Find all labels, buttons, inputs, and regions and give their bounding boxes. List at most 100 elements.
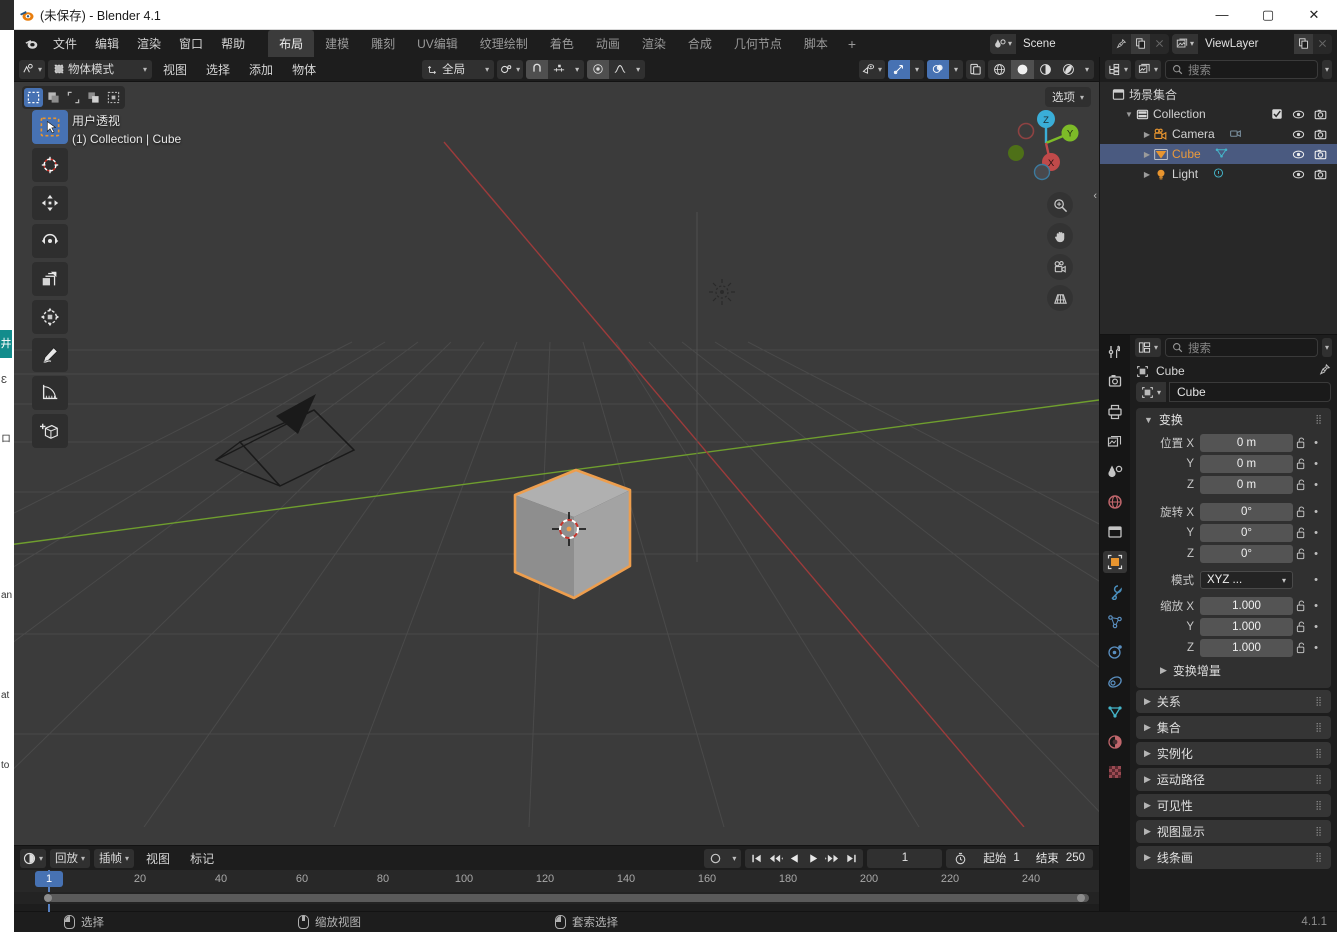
properties-tab-tool[interactable] [1103,341,1127,363]
lock-scale-z-icon[interactable] [1293,642,1309,654]
timeline-menu-view[interactable]: 视图 [138,848,178,869]
viewport-menu-select[interactable]: 选择 [198,59,238,80]
scene-name-field[interactable]: Scene [1016,34,1112,54]
workspace-tab-geometry-nodes[interactable]: 几何节点 [723,30,793,58]
proportional-editing-icon[interactable] [587,60,609,79]
animate-rotation-z-icon[interactable]: • [1309,548,1323,560]
tool-cursor[interactable] [32,148,68,182]
outliner-row-light[interactable]: ▶ Light [1100,164,1337,184]
line-art-panel[interactable]: ▶ 线条画 ⣿ [1136,846,1331,869]
properties-editor-type-button[interactable]: ▾ [1135,338,1161,357]
animate-location-x-icon[interactable]: • [1309,437,1323,449]
properties-tab-output[interactable] [1103,401,1127,423]
outliner-row-camera[interactable]: ▶ Camera [1100,124,1337,144]
tool-rotate[interactable] [32,224,68,258]
properties-tab-render[interactable] [1103,371,1127,393]
properties-tab-scene[interactable] [1103,461,1127,483]
snap-to-dropdown[interactable] [548,60,570,79]
viewport-menu-object[interactable]: 物体 [284,59,324,80]
overlay-options-caret[interactable]: ▾ [949,60,963,79]
camera-icon[interactable] [1314,148,1327,161]
rendered-shading-icon[interactable] [1057,60,1080,79]
rotation-y-field[interactable]: 0° [1200,524,1293,542]
falloff-caret[interactable]: ▾ [631,60,645,79]
eye-icon[interactable] [1292,168,1305,181]
lock-location-y-icon[interactable] [1293,458,1309,470]
animate-rotation-x-icon[interactable]: • [1309,506,1323,518]
workspace-tab-animation[interactable]: 动画 [585,30,631,58]
animate-scale-y-icon[interactable]: • [1309,621,1323,633]
minimize-button[interactable]: — [1199,0,1245,30]
3d-viewport[interactable]: 选项 ▾ 用户透视 (1) Collection | Cube [14,82,1099,845]
camera-view-icon[interactable] [1047,254,1073,280]
menu-render[interactable]: 渲染 [128,32,170,55]
lock-rotation-x-icon[interactable] [1293,506,1309,518]
editor-type-button[interactable]: ▾ [19,60,45,79]
properties-tab-view-layer[interactable] [1103,431,1127,453]
workspace-tab-shading[interactable]: 着色 [539,30,585,58]
solid-shading-icon[interactable] [1011,60,1034,79]
animate-location-y-icon[interactable]: • [1309,458,1323,470]
eye-icon[interactable] [1292,128,1305,141]
properties-tab-collection[interactable] [1103,521,1127,543]
menu-help[interactable]: 帮助 [212,32,254,55]
visibility-panel[interactable]: ▶ 可见性 ⣿ [1136,794,1331,817]
chevron-right-icon[interactable]: ▶ [1140,170,1154,179]
tool-tweak[interactable] [32,110,68,144]
chevron-down-icon[interactable]: ▼ [1122,110,1136,119]
properties-tab-constraints[interactable] [1103,671,1127,693]
frame-start-field[interactable]: 起始 1 [975,850,1027,866]
properties-search-input[interactable]: 搜索 [1165,338,1318,357]
snap-pivot-dropdown[interactable]: ▾ [497,60,523,79]
object-name-field[interactable]: Cube [1169,382,1331,402]
tool-add-cube[interactable] [32,414,68,448]
jump-to-next-keyframe-button[interactable] [823,849,842,868]
light-data-icon[interactable] [1212,167,1225,182]
menu-window[interactable]: 窗口 [170,32,212,55]
outliner-display-mode-dropdown[interactable]: ▾ [1135,60,1161,79]
eye-icon[interactable] [1292,148,1305,161]
falloff-curve-icon[interactable] [609,60,631,79]
tool-measure[interactable] [32,376,68,410]
motion-paths-panel[interactable]: ▶ 运动路径 ⣿ [1136,768,1331,791]
rotation-x-field[interactable]: 0° [1200,503,1293,521]
blender-menu-icon[interactable] [18,36,44,51]
animate-rotation-y-icon[interactable]: • [1309,527,1323,539]
scale-x-field[interactable]: 1.000 [1200,597,1293,615]
camera-data-icon[interactable] [1229,127,1242,142]
select-invert-icon[interactable] [84,88,103,107]
camera-icon[interactable] [1314,128,1327,141]
rotation-mode-dropdown[interactable]: XYZ ... ▾ [1200,571,1293,589]
properties-filter-button[interactable]: ▾ [1322,338,1332,357]
eye-icon[interactable] [1292,108,1305,121]
properties-tab-particles[interactable] [1103,611,1127,633]
frame-end-field[interactable]: 结束 250 [1028,850,1093,866]
timeline-menu-keying[interactable]: 插帧 ▾ [94,849,134,868]
workspace-tab-texture-paint[interactable]: 纹理绘制 [469,30,539,58]
jump-to-prev-keyframe-button[interactable] [766,849,785,868]
timeline-editor-type-button[interactable]: ▾ [20,849,46,868]
shading-options-caret[interactable]: ▾ [1080,60,1094,79]
select-extend-icon[interactable] [44,88,63,107]
timeline-menu-playback[interactable]: 回放 ▾ [50,849,90,868]
chevron-right-icon[interactable]: ▶ [1140,150,1154,159]
pan-view-icon[interactable] [1047,223,1073,249]
maximize-button[interactable]: ▢ [1245,0,1291,30]
interaction-mode-dropdown[interactable]: 物体模式 ▾ [48,60,152,79]
animate-location-z-icon[interactable]: • [1309,479,1323,491]
tool-transform[interactable] [32,300,68,334]
new-viewlayer-icon[interactable] [1294,34,1313,54]
viewport-display-panel[interactable]: ▶ 视图显示 ⣿ [1136,820,1331,843]
jump-to-start-button[interactable] [747,849,766,868]
material-preview-shading-icon[interactable] [1034,60,1057,79]
animate-scale-z-icon[interactable]: • [1309,642,1323,654]
viewlayer-icon[interactable]: ▾ [1172,34,1198,54]
auto-keying-icon[interactable] [704,849,727,868]
gizmo-options-caret[interactable]: ▾ [910,60,924,79]
wireframe-shading-icon[interactable] [988,60,1011,79]
timeline-scrollbar[interactable] [14,892,1099,904]
relations-panel[interactable]: ▶ 关系 ⣿ [1136,690,1331,713]
play-reverse-button[interactable] [785,849,804,868]
timeline-scrollbar-track[interactable] [48,894,1089,902]
rotation-z-field[interactable]: 0° [1200,545,1293,563]
